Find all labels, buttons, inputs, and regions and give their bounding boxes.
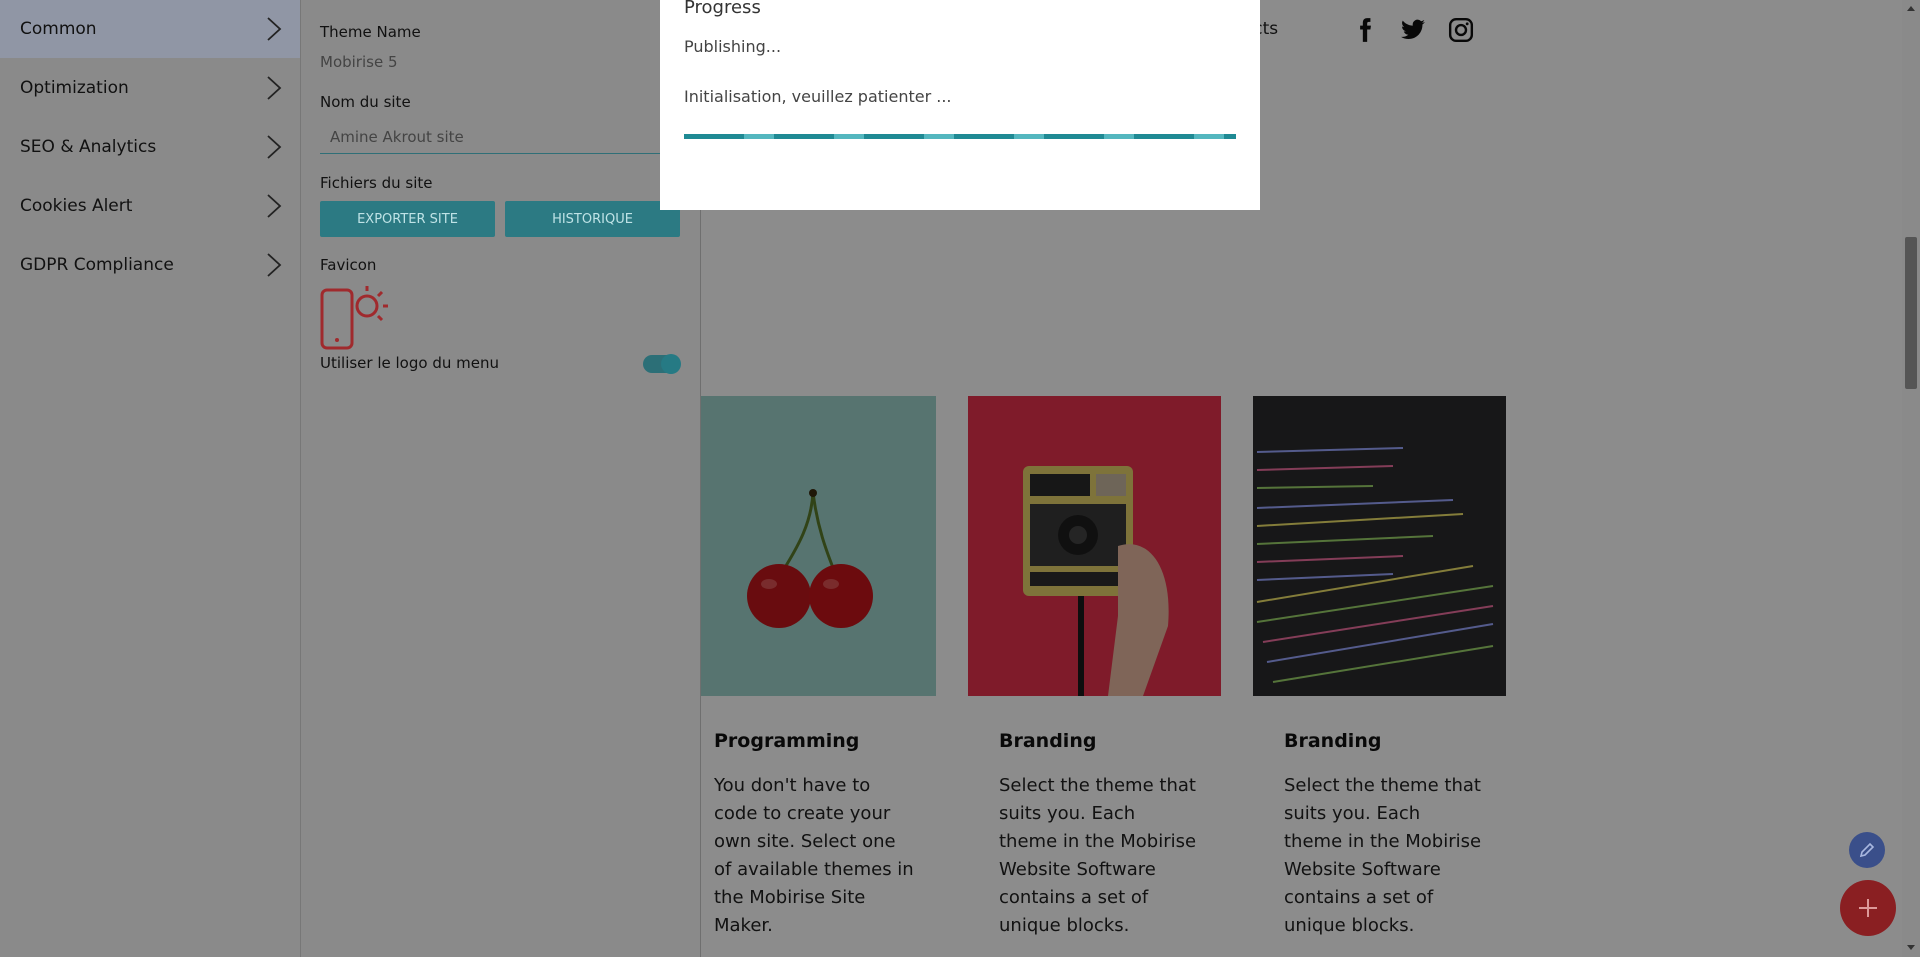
site-name-input[interactable]: Amine Akrout site <box>320 124 695 154</box>
menu-item-label: Common <box>20 19 97 39</box>
chevron-right-icon <box>267 194 282 218</box>
menu-item-seo-analytics[interactable]: SEO & Analytics <box>0 118 300 176</box>
favicon-preview-icon[interactable] <box>320 282 390 352</box>
chevron-right-icon <box>267 17 282 41</box>
menu-item-gdpr-compliance[interactable]: GDPR Compliance <box>0 236 300 294</box>
chevron-right-icon <box>267 135 282 159</box>
add-block-fab-button[interactable] <box>1840 880 1896 936</box>
settings-menu: Common Optimization SEO & Analytics Cook… <box>0 0 301 957</box>
theme-name-label: Theme Name <box>320 23 421 41</box>
site-files-label: Fichiers du site <box>320 174 433 192</box>
scroll-up-icon[interactable] <box>1907 6 1915 11</box>
history-button[interactable]: HISTORIQUE <box>505 201 680 237</box>
progress-message: Initialisation, veuillez patienter ... <box>684 87 952 106</box>
menu-item-label: Optimization <box>20 78 129 98</box>
site-name-label: Nom du site <box>320 93 411 111</box>
scrollbar-thumb[interactable] <box>1905 237 1917 389</box>
menu-item-label: GDPR Compliance <box>20 255 174 275</box>
menu-item-label: Cookies Alert <box>20 196 133 216</box>
favicon-label: Favicon <box>320 256 377 274</box>
export-site-button[interactable]: EXPORTER SITE <box>320 201 495 237</box>
menu-item-optimization[interactable]: Optimization <box>0 59 300 117</box>
chevron-right-icon <box>267 253 282 277</box>
plus-icon <box>1859 899 1877 917</box>
toggle-knob <box>661 354 681 374</box>
scrollbar[interactable] <box>1902 0 1920 957</box>
progress-bar-fill <box>684 134 1236 139</box>
theme-name-value: Mobirise 5 <box>320 53 398 71</box>
publish-status: Publishing... <box>684 37 782 56</box>
pencil-icon <box>1859 842 1875 858</box>
progress-dialog: Progress Publishing... Initialisation, v… <box>660 0 1260 210</box>
use-menu-logo-toggle[interactable] <box>643 354 681 374</box>
scroll-down-icon[interactable] <box>1907 945 1915 950</box>
settings-panel: Theme Name Mobirise 5 Nom du site Amine … <box>301 0 701 957</box>
progress-bar <box>684 134 1236 139</box>
use-menu-logo-label: Utiliser le logo du menu <box>320 354 499 372</box>
menu-item-label: SEO & Analytics <box>20 137 157 157</box>
chevron-right-icon <box>267 76 282 100</box>
edit-fab-button[interactable] <box>1849 832 1885 868</box>
menu-item-common[interactable]: Common <box>0 0 300 58</box>
dialog-title: Progress <box>684 0 761 18</box>
menu-item-cookies-alert[interactable]: Cookies Alert <box>0 177 300 235</box>
